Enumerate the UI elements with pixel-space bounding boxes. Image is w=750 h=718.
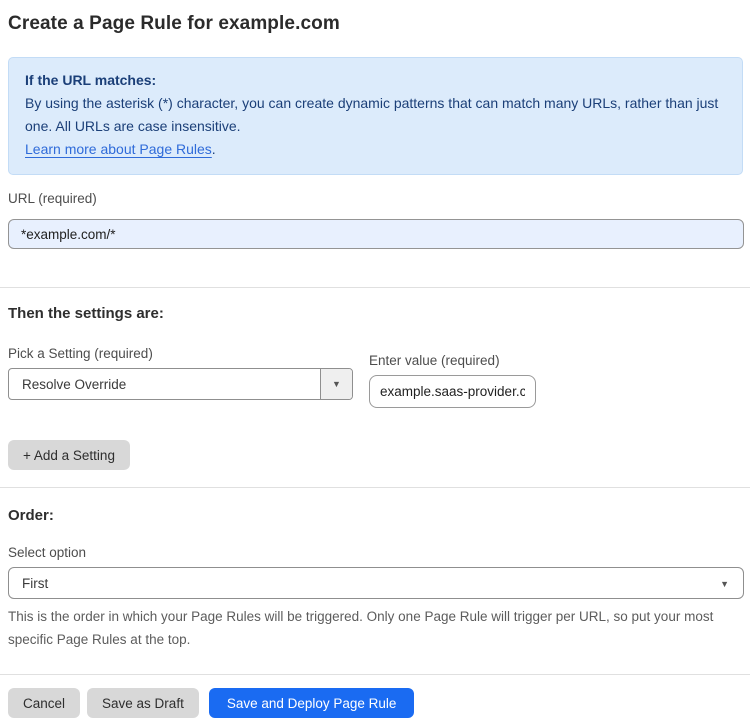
info-box-heading: If the URL matches:	[25, 72, 157, 88]
settings-row: Pick a Setting (required) Resolve Overri…	[8, 346, 743, 408]
info-box-link-row: Learn more about Page Rules.	[25, 138, 726, 161]
section-divider	[0, 487, 750, 488]
pick-setting-label: Pick a Setting (required)	[8, 346, 153, 361]
footer-actions: Cancel Save as Draft Save and Deploy Pag…	[8, 688, 743, 718]
chevron-down-icon: ▼	[720, 579, 729, 589]
dropdown-arrow-button[interactable]: ▼	[320, 369, 352, 399]
enter-value-label: Enter value (required)	[369, 353, 500, 368]
order-selected-value: First	[22, 575, 49, 591]
pick-setting-column: Pick a Setting (required) Resolve Overri…	[8, 346, 353, 400]
url-match-info-box: If the URL matches: By using the asteris…	[8, 57, 743, 175]
url-input[interactable]	[8, 219, 744, 249]
save-and-deploy-button[interactable]: Save and Deploy Page Rule	[208, 688, 415, 718]
learn-more-link[interactable]: Learn more about Page Rules	[25, 141, 212, 157]
chevron-down-icon: ▼	[332, 378, 341, 389]
enter-value-column: Enter value (required)	[369, 353, 536, 408]
order-section-heading: Order:	[8, 507, 54, 524]
page-title: Create a Page Rule for example.com	[8, 13, 340, 34]
order-select-label: Select option	[8, 545, 87, 560]
url-field-label: URL (required)	[8, 191, 97, 206]
order-help-text: This is the order in which your Page Rul…	[8, 609, 714, 647]
info-box-body: By using the asterisk (*) character, you…	[25, 95, 719, 134]
order-select[interactable]: First ▼	[8, 567, 744, 599]
add-setting-button[interactable]: + Add a Setting	[8, 440, 130, 470]
footer-divider	[0, 674, 750, 675]
settings-section-heading: Then the settings are:	[8, 305, 164, 322]
cancel-button[interactable]: Cancel	[8, 688, 81, 718]
setting-value-input[interactable]	[369, 375, 536, 408]
section-divider	[0, 287, 750, 288]
save-as-draft-button[interactable]: Save as Draft	[87, 688, 199, 718]
link-suffix: .	[211, 141, 216, 157]
pick-setting-select[interactable]: Resolve Override ▼	[8, 368, 353, 400]
pick-setting-selected-value: Resolve Override	[22, 376, 127, 392]
